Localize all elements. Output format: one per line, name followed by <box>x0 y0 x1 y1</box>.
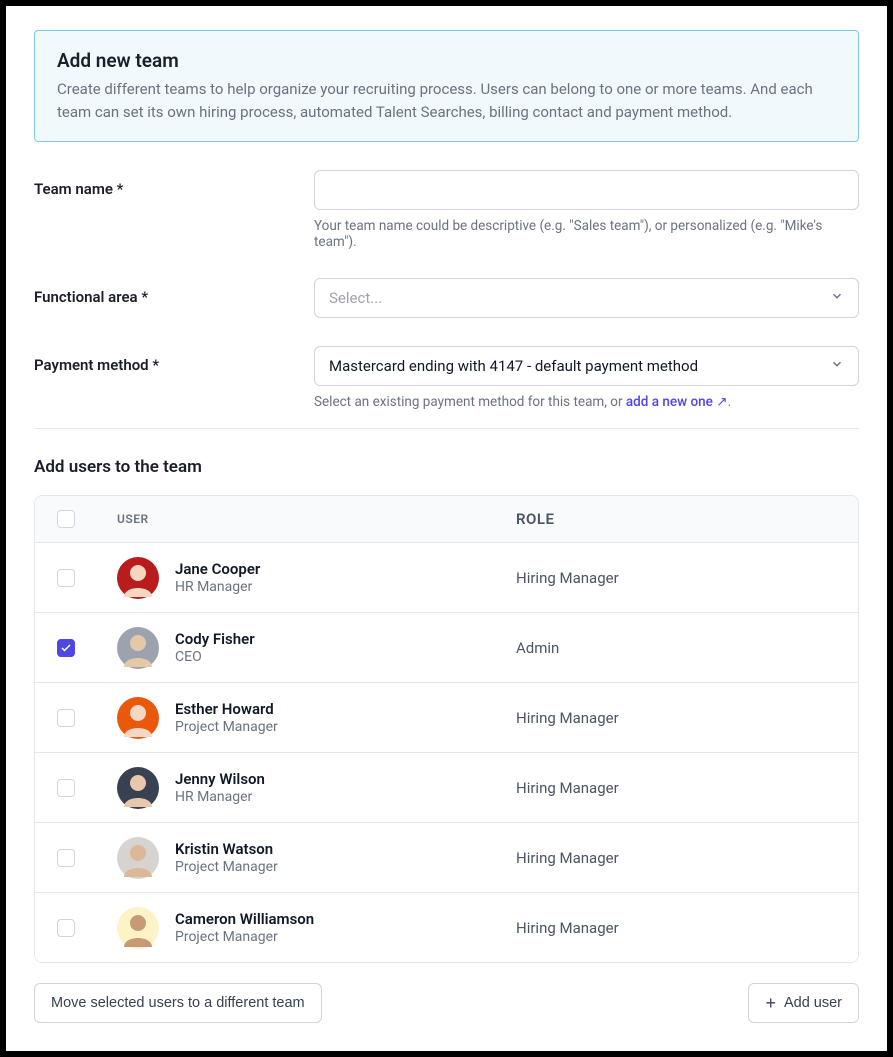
payment-method-selected: Mastercard ending with 4147 - default pa… <box>329 357 698 375</box>
user-role: Hiring Manager <box>516 919 836 937</box>
row-checkbox[interactable] <box>57 779 75 797</box>
header-user: USER <box>117 512 149 526</box>
users-table: USER ROLE Jane Cooper HR Manager Hiring … <box>34 495 859 963</box>
user-title: HR Manager <box>175 789 265 805</box>
avatar <box>117 837 159 879</box>
avatar <box>117 767 159 809</box>
chevron-down-icon <box>830 289 844 307</box>
user-title: CEO <box>175 649 255 665</box>
user-name: Esther Howard <box>175 700 278 718</box>
actions-bar: Move selected users to a different team … <box>34 983 859 1023</box>
payment-method-row: Payment method * Mastercard ending with … <box>34 346 859 410</box>
functional-area-label: Functional area * <box>34 278 314 306</box>
row-checkbox[interactable] <box>57 709 75 727</box>
row-checkbox[interactable] <box>57 569 75 587</box>
user-name: Cody Fisher <box>175 630 255 648</box>
user-role: Hiring Manager <box>516 779 836 797</box>
add-payment-link[interactable]: add a new one ↗ <box>626 394 728 410</box>
select-all-checkbox[interactable] <box>57 510 75 528</box>
user-title: Project Manager <box>175 929 314 945</box>
team-name-input[interactable] <box>314 170 859 210</box>
avatar <box>117 557 159 599</box>
row-checkbox[interactable] <box>57 639 75 657</box>
user-title: HR Manager <box>175 579 260 595</box>
avatar <box>117 907 159 949</box>
user-title: Project Manager <box>175 859 278 875</box>
row-checkbox[interactable] <box>57 849 75 867</box>
payment-method-hint: Select an existing payment method for th… <box>314 394 859 410</box>
user-name: Jenny Wilson <box>175 770 265 788</box>
team-name-label: Team name * <box>34 170 314 198</box>
users-table-header: USER ROLE <box>35 496 858 542</box>
functional-area-select[interactable]: Select... <box>314 278 859 318</box>
info-title: Add new team <box>57 49 836 72</box>
move-users-button[interactable]: Move selected users to a different team <box>34 983 322 1023</box>
user-role: Admin <box>516 639 836 657</box>
payment-method-select[interactable]: Mastercard ending with 4147 - default pa… <box>314 346 859 386</box>
users-section-title: Add users to the team <box>34 457 859 477</box>
row-checkbox[interactable] <box>57 919 75 937</box>
payment-method-label: Payment method * <box>34 346 314 374</box>
table-row: Jane Cooper HR Manager Hiring Manager <box>35 542 858 612</box>
user-title: Project Manager <box>175 719 278 735</box>
user-name: Jane Cooper <box>175 560 260 578</box>
chevron-down-icon <box>830 357 844 375</box>
table-row: Kristin Watson Project Manager Hiring Ma… <box>35 822 858 892</box>
avatar <box>117 697 159 739</box>
user-role: Hiring Manager <box>516 709 836 727</box>
add-user-button[interactable]: + Add user <box>748 983 859 1023</box>
functional-area-row: Functional area * Select... <box>34 278 859 318</box>
team-name-row: Team name * Your team name could be desc… <box>34 170 859 250</box>
info-description: Create different teams to help organize … <box>57 78 836 123</box>
table-row: Jenny Wilson HR Manager Hiring Manager <box>35 752 858 822</box>
user-role: Hiring Manager <box>516 569 836 587</box>
info-box: Add new team Create different teams to h… <box>34 30 859 142</box>
user-name: Kristin Watson <box>175 840 278 858</box>
divider <box>34 428 859 429</box>
header-role: ROLE <box>516 510 554 528</box>
table-row: Cody Fisher CEO Admin <box>35 612 858 682</box>
table-row: Esther Howard Project Manager Hiring Man… <box>35 682 858 752</box>
team-name-hint: Your team name could be descriptive (e.g… <box>314 218 859 250</box>
add-team-panel: Add new team Create different teams to h… <box>6 6 887 1051</box>
user-name: Cameron Williamson <box>175 910 314 928</box>
user-role: Hiring Manager <box>516 849 836 867</box>
avatar <box>117 627 159 669</box>
table-row: Cameron Williamson Project Manager Hirin… <box>35 892 858 962</box>
functional-area-placeholder: Select... <box>329 289 382 307</box>
